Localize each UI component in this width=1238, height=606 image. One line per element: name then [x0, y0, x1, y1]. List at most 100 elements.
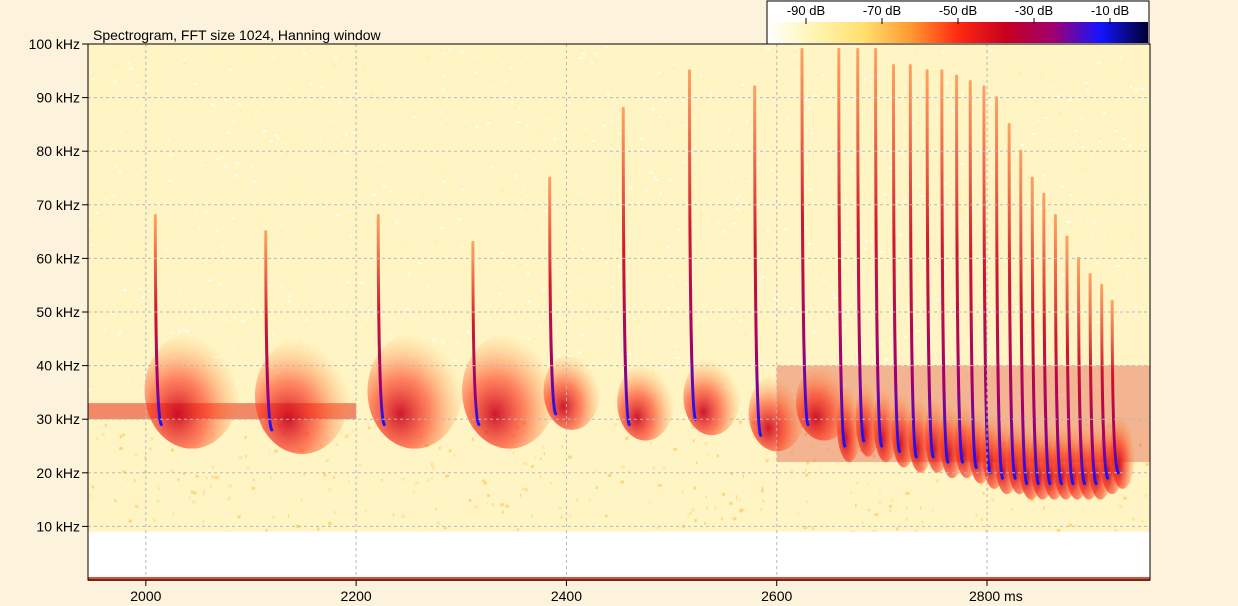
- noise-speckle: [212, 465, 214, 469]
- noise-speckle: [287, 295, 291, 298]
- noise-speckle: [568, 195, 571, 198]
- noise-speckle: [738, 420, 742, 424]
- noise-speckle: [219, 474, 221, 477]
- noise-speckle: [254, 223, 259, 226]
- noise-speckle: [148, 66, 150, 69]
- noise-speckle: [124, 238, 128, 241]
- noise-speckle: [843, 324, 846, 327]
- noise-speckle: [351, 429, 354, 433]
- noise-speckle: [727, 129, 731, 131]
- noise-speckle: [606, 93, 611, 96]
- noise-speckle: [1043, 174, 1046, 177]
- noise-speckle: [240, 109, 243, 112]
- noise-speckle: [588, 296, 591, 299]
- noise-speckle: [1080, 117, 1083, 120]
- noise-speckle: [561, 445, 564, 449]
- noise-speckle: [473, 62, 476, 65]
- noise-speckle: [975, 513, 978, 517]
- noise-speckle: [878, 313, 881, 316]
- noise-speckle: [250, 116, 254, 119]
- noise-speckle: [1089, 269, 1093, 271]
- noise-speckle: [598, 118, 602, 120]
- noise-speckle: [487, 494, 490, 497]
- noise-speckle: [237, 515, 241, 519]
- noise-speckle: [1004, 199, 1007, 202]
- noise-speckle: [225, 326, 229, 329]
- noise-speckle: [558, 303, 562, 305]
- noise-speckle: [641, 148, 645, 151]
- y-tick-label: 60 kHz: [36, 250, 80, 266]
- noise-speckle: [709, 93, 713, 96]
- noise-speckle: [833, 313, 836, 316]
- noise-speckle: [109, 79, 112, 82]
- chart-title: Spectrogram, FFT size 1024, Hanning wind…: [93, 27, 382, 43]
- noise-speckle: [178, 331, 182, 334]
- noise-speckle: [401, 477, 405, 481]
- noise-speckle: [1109, 126, 1111, 129]
- noise-speckle: [174, 64, 176, 67]
- noise-speckle: [867, 483, 869, 486]
- noise-speckle: [141, 259, 144, 262]
- noise-speckle: [380, 478, 384, 482]
- noise-speckle: [1047, 193, 1050, 196]
- noise-speckle: [115, 165, 119, 168]
- noise-speckle: [1036, 341, 1040, 344]
- noise-speckle: [662, 269, 665, 272]
- noise-speckle: [595, 486, 598, 489]
- noise-speckle: [90, 152, 92, 155]
- noise-speckle: [193, 170, 197, 173]
- noise-speckle: [547, 169, 552, 172]
- noise-speckle: [302, 140, 305, 143]
- noise-speckle: [1010, 508, 1014, 511]
- noise-speckle: [1110, 287, 1113, 290]
- noise-speckle: [89, 70, 91, 73]
- noise-speckle: [735, 208, 738, 210]
- noise-speckle: [708, 221, 710, 223]
- noise-speckle: [944, 266, 946, 269]
- noise-speckle: [1113, 529, 1118, 533]
- noise-speckle: [1020, 144, 1024, 147]
- noise-speckle: [122, 288, 127, 291]
- noise-speckle: [486, 122, 491, 125]
- noise-speckle: [164, 248, 167, 251]
- noise-speckle: [806, 500, 808, 503]
- noise-speckle: [491, 503, 495, 507]
- noise-speckle: [834, 226, 836, 229]
- noise-speckle: [957, 210, 961, 213]
- noise-speckle: [1109, 155, 1113, 158]
- noise-speckle: [687, 202, 689, 205]
- noise-speckle: [794, 195, 797, 198]
- noise-speckle: [707, 453, 709, 457]
- noise-speckle: [673, 232, 677, 235]
- noise-speckle: [1084, 168, 1088, 171]
- noise-speckle: [988, 321, 992, 324]
- noise-speckle: [707, 216, 710, 219]
- noise-speckle: [1105, 283, 1109, 286]
- noise-speckle: [690, 508, 695, 512]
- noise-speckle: [517, 96, 519, 99]
- noise-speckle: [178, 292, 181, 294]
- noise-speckle: [208, 279, 213, 282]
- noise-speckle: [589, 498, 591, 502]
- noise-speckle: [1086, 89, 1090, 92]
- noise-speckle: [1095, 262, 1099, 265]
- noise-speckle: [250, 165, 254, 168]
- noise-speckle: [830, 120, 834, 123]
- noise-speckle: [119, 447, 123, 450]
- noise-speckle: [1031, 133, 1036, 136]
- noise-speckle: [1103, 222, 1105, 225]
- noise-speckle: [368, 426, 371, 430]
- x-tick-label: 2800 ms: [969, 588, 1023, 604]
- noise-speckle: [628, 119, 631, 122]
- noise-speckle: [233, 120, 236, 123]
- noise-speckle: [135, 98, 138, 101]
- noise-speckle: [609, 185, 611, 188]
- noise-speckle: [252, 308, 256, 311]
- noise-speckle: [598, 260, 600, 263]
- noise-speckle: [167, 138, 170, 141]
- noise-speckle: [816, 90, 819, 93]
- noise-speckle: [221, 245, 224, 247]
- noise-speckle: [286, 130, 291, 133]
- noise-speckle: [1125, 249, 1129, 252]
- noise-speckle: [743, 333, 748, 335]
